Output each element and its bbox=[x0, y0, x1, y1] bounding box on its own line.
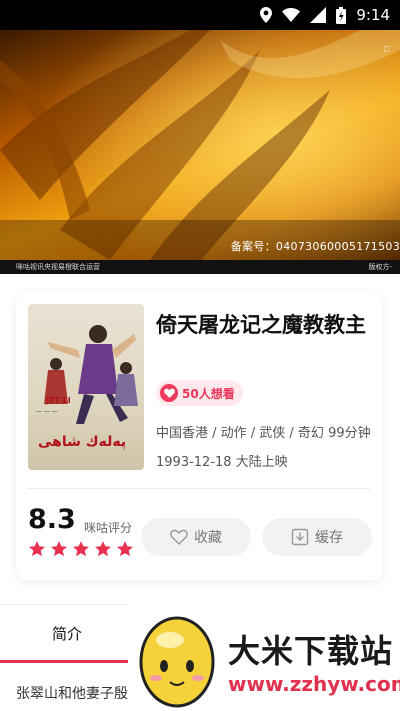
star-icon bbox=[73, 541, 89, 557]
star-icon bbox=[29, 541, 45, 557]
movie-score: 8.3 bbox=[28, 504, 76, 535]
watermark-title: 大米下载站 bbox=[228, 632, 394, 670]
movie-meta-genres: 中国香港 / 动作 / 武侠 / 奇幻 99分钟 bbox=[156, 426, 371, 441]
score-label: 咪咕评分 bbox=[84, 521, 133, 535]
location-icon bbox=[260, 7, 273, 23]
star-icon bbox=[51, 541, 67, 557]
tab-intro-indicator bbox=[0, 660, 134, 663]
video-corner-mark: ◻︎ bbox=[383, 44, 390, 53]
intro-text: 张翠山和他妻子殷 bbox=[16, 686, 128, 702]
mascot-egg-icon bbox=[139, 616, 215, 708]
want-count: 50人想看 bbox=[182, 386, 235, 401]
movie-poster[interactable]: JET LI — — — پەلەك شاھى bbox=[28, 304, 144, 470]
video-info-strip: 咪咕视讯央视易橙联合运营 版权方- bbox=[0, 260, 400, 274]
video-player[interactable]: ◻︎ 备案号：04073060005171503 咪咕视讯央视易橙联合运营 版权… bbox=[0, 30, 400, 274]
battery-icon bbox=[336, 6, 347, 24]
download-icon bbox=[291, 528, 309, 546]
card-divider bbox=[28, 488, 371, 489]
heart-outline-icon bbox=[170, 529, 188, 545]
star-icon bbox=[117, 541, 133, 557]
status-bar: 9:14 bbox=[0, 0, 400, 30]
status-time: 9:14 bbox=[356, 6, 390, 24]
heart-icon bbox=[160, 384, 178, 402]
wifi-icon bbox=[282, 8, 301, 22]
movie-title: 倚天屠龙记之魔教教主 bbox=[156, 313, 366, 337]
poster-subtitle: — — — bbox=[36, 408, 58, 415]
video-record-number: 备案号：04073060005171503 bbox=[230, 240, 400, 253]
watermark-url: www.zzhyw.com bbox=[228, 672, 400, 696]
video-copyright-text: 版权方- bbox=[368, 263, 392, 271]
movie-info-card: JET LI — — — پەلەك شاھى 倚天屠龙记之魔教教主 50人想看… bbox=[16, 292, 383, 580]
movie-release-date: 1993-12-18 大陆上映 bbox=[156, 455, 288, 470]
star-icon bbox=[95, 541, 111, 557]
want-to-watch-badge[interactable]: 50人想看 bbox=[156, 380, 243, 406]
poster-arabic-title: پەلەك شاھى bbox=[38, 434, 127, 450]
signal-icon bbox=[310, 7, 327, 23]
watermark-overlay: 大米下载站 www.zzhyw.com bbox=[128, 604, 400, 711]
favorite-button[interactable]: 收藏 bbox=[141, 518, 251, 556]
video-operator-text: 咪咕视讯央视易橙联合运营 bbox=[16, 263, 100, 271]
tab-intro[interactable]: 简介 bbox=[0, 623, 134, 644]
poster-jetli-text: JET LI bbox=[46, 396, 71, 405]
cache-button[interactable]: 缓存 bbox=[262, 518, 372, 556]
rating-stars bbox=[28, 540, 134, 558]
cache-label: 缓存 bbox=[315, 530, 343, 546]
favorite-label: 收藏 bbox=[194, 530, 222, 546]
